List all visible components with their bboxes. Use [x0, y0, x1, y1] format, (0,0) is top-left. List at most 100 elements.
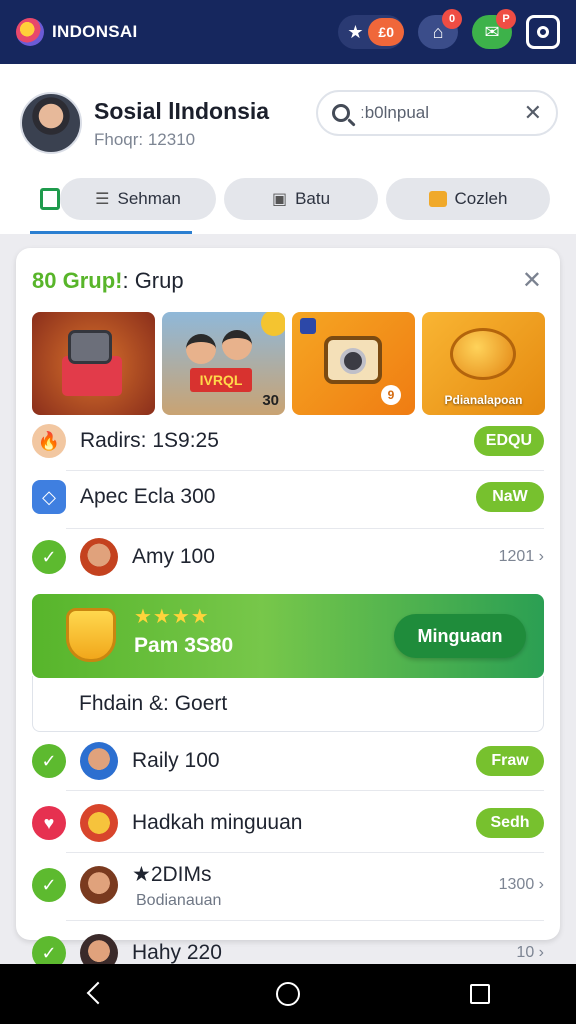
list-item-sublabel: Bodianauan	[136, 892, 222, 909]
media-tiles: IVRQL 30 9 Pdianalapoan	[32, 312, 545, 415]
card-title-rest: : Grup	[122, 268, 184, 293]
camera-icon	[68, 330, 112, 364]
search-icon	[332, 104, 350, 122]
system-nav-bar	[0, 964, 576, 1024]
avatar	[80, 742, 118, 780]
home-nav-button[interactable]	[268, 974, 308, 1014]
divider	[66, 528, 544, 529]
search-input[interactable]	[360, 103, 490, 123]
active-underline	[30, 231, 192, 234]
list-item[interactable]: ◇ Apec Ecla 300 NaW	[32, 480, 544, 514]
list-item-action-button[interactable]: EDQU	[473, 426, 544, 456]
close-icon[interactable]: ✕	[522, 266, 542, 295]
brand-name: INDONSAI	[52, 22, 138, 41]
heart-icon	[450, 328, 516, 380]
list-item-meta: 1300 ›	[498, 876, 544, 893]
list-item[interactable]: ♥ Hadkah minguuan Sedh	[32, 804, 544, 842]
points-button[interactable]: ★ £0	[338, 15, 404, 49]
chat-button[interactable]: ✉ P	[472, 9, 516, 49]
share-icon[interactable]	[40, 188, 60, 210]
list-item[interactable]: ✓ Raily 100 Fraw	[32, 742, 544, 780]
person-icon	[222, 330, 252, 360]
recents-button[interactable]	[460, 974, 500, 1014]
list-item-label: Amy 100	[132, 545, 215, 568]
check-icon: ✓	[32, 540, 66, 574]
star-icon: ★	[347, 21, 364, 42]
lens-icon	[340, 348, 366, 374]
brand[interactable]: INDONSAI	[16, 18, 138, 46]
friends-tile[interactable]: IVRQL 30	[162, 312, 285, 415]
list-item[interactable]: 🔥 Radirs: 1S9:25 EDQU	[32, 424, 544, 458]
heart-tile[interactable]: Pdianalapoan	[422, 312, 545, 415]
promo-footer: Fhdain &: Goert	[32, 676, 544, 732]
list-item-label: Raily 100	[132, 749, 220, 772]
profile-subtitle: Fhoqr: 12310	[94, 130, 196, 149]
card-title-accent: 80 Grup!	[32, 268, 123, 293]
recents-icon	[470, 984, 490, 1004]
list-item-meta: 1201 ›	[498, 548, 544, 565]
briefcase-icon	[428, 191, 447, 207]
points-value: £0	[368, 18, 404, 46]
tile-number: 9	[381, 385, 401, 405]
tab-label: Sehman	[117, 189, 181, 208]
list-item-action-button[interactable]: NaW	[476, 482, 544, 512]
gift-camera-tile[interactable]	[32, 312, 155, 415]
camera-icon	[537, 26, 549, 38]
tab-label: Cozleh	[454, 189, 508, 208]
tab-label: Batu	[295, 189, 331, 208]
promo-cta-button[interactable]: Minguaɑn	[394, 614, 526, 658]
list-item[interactable]: ✓ ★2DIMs 1300 ›	[32, 863, 544, 904]
chat-badge: P	[496, 9, 516, 29]
list-item-label: ★2DIMs	[132, 862, 212, 886]
list-item-label: Apec Ecla 300	[80, 485, 216, 508]
badge-icon	[300, 318, 316, 334]
home-badge: 0	[442, 9, 462, 29]
tab-batu[interactable]: ▣ Batu	[224, 178, 378, 220]
rating-stars: ★★★★	[134, 606, 210, 628]
divider	[66, 920, 544, 921]
avatar	[80, 866, 118, 904]
list-item[interactable]: ✓ Amy 100 1201 ›	[32, 538, 544, 576]
tile-sign: IVRQL	[190, 368, 252, 392]
home-icon: ⌂	[432, 21, 444, 42]
avatar	[80, 538, 118, 576]
list-icon: ☰	[95, 191, 110, 208]
camera-tile[interactable]: 9	[292, 312, 415, 415]
divider	[66, 852, 544, 853]
flame-icon: 🔥	[32, 424, 66, 458]
list-item-action-button[interactable]: Fraw	[476, 746, 544, 776]
list-item-label: Hahy 220	[132, 941, 222, 964]
top-actions: ★ £0 ⌂ 0 ✉ P	[338, 9, 560, 49]
heart-icon: ♥	[32, 806, 66, 840]
tile-tag: 30	[262, 392, 279, 409]
search-bar[interactable]: ✕	[316, 90, 558, 136]
brand-logo-icon	[16, 18, 44, 46]
close-icon[interactable]: ✕	[524, 100, 542, 126]
group-card: 80 Grup!: Grup ✕ IVRQL 30 9 Pdianalapoan…	[16, 248, 560, 940]
smile-icon	[261, 312, 285, 336]
app-icon: ◇	[32, 480, 66, 514]
tab-cozleh[interactable]: Cozleh	[386, 178, 550, 220]
profile-name: Sosial lIndonsia	[94, 98, 270, 124]
tile-caption: Pdianalapoan	[444, 393, 523, 407]
back-icon	[88, 984, 104, 1004]
divider	[66, 790, 544, 791]
tab-sehman[interactable]: ☰ Sehman	[60, 178, 216, 220]
home-button[interactable]: ⌂ 0	[418, 9, 462, 49]
back-button[interactable]	[76, 974, 116, 1014]
camera-button[interactable]	[526, 15, 560, 49]
promo-footer-text: Fhdain &: Goert	[79, 692, 228, 715]
list-item-label: Radirs: 1S9:25	[80, 429, 219, 452]
promo-banner: ★★★★ Pam 3S80 Minguaɑn	[32, 594, 544, 678]
list-item-label: Hadkah minguuan	[132, 811, 303, 834]
shield-icon	[66, 608, 116, 662]
home-circle-icon	[276, 982, 300, 1006]
profile-header: Sosial lIndonsia Fhoqr: 12310 ✕ ☰ Sehman…	[0, 64, 576, 234]
list-item-action-button[interactable]: Sedh	[476, 808, 544, 838]
avatar	[80, 804, 118, 842]
check-icon: ✓	[32, 868, 66, 902]
top-app-bar: INDONSAI ★ £0 ⌂ 0 ✉ P	[0, 0, 576, 64]
check-icon: ✓	[32, 744, 66, 778]
person-icon	[186, 334, 216, 364]
avatar[interactable]	[20, 92, 82, 154]
